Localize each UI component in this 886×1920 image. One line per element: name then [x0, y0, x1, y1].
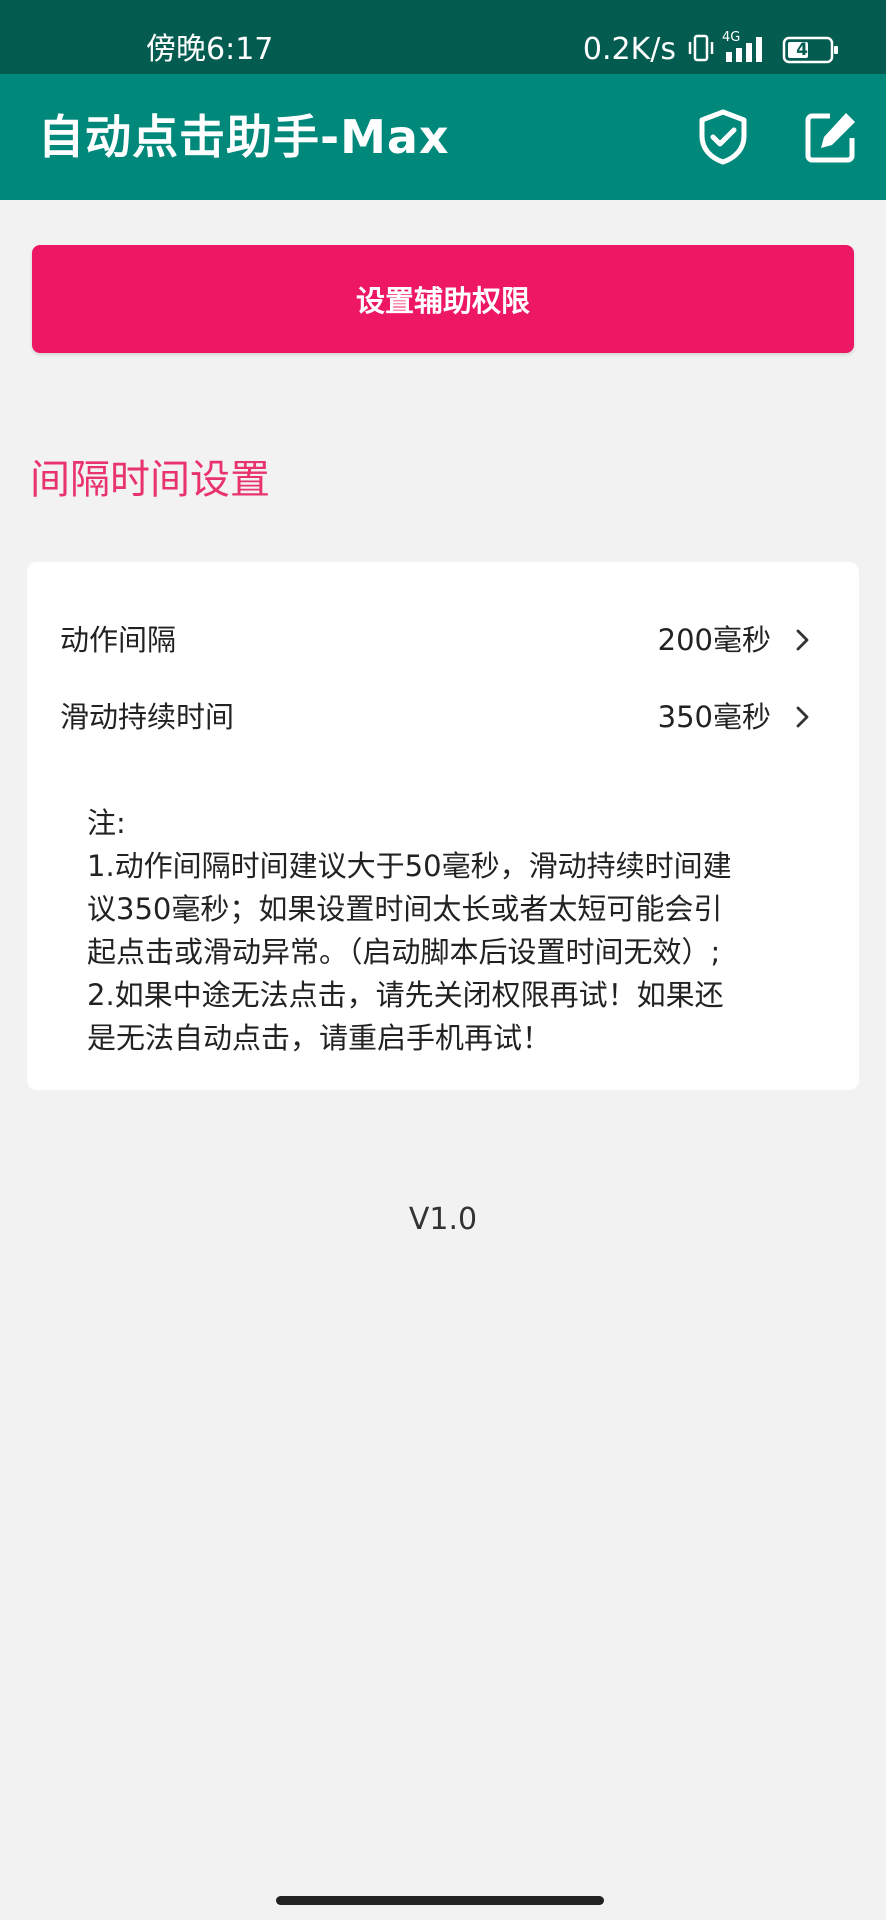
note-line: 议350毫秒；如果设置时间太长或者太短可能会引 — [87, 892, 723, 926]
swipe-duration-label: 滑动持续时间 — [60, 700, 235, 734]
network-speed: 0.2K/s — [582, 32, 676, 67]
app-bar: 自动点击助手-Max — [0, 74, 886, 200]
status-right-group: 0.2K/s 4G 48 — [583, 30, 840, 70]
swipe-duration-row[interactable]: 滑动持续时间 350毫秒 — [27, 679, 859, 751]
edit-icon[interactable] — [802, 108, 860, 166]
interval-note: 注: 1.动作间隔时间建议大于50毫秒，滑动持续时间建 议350毫秒；如果设置时… — [87, 802, 827, 1060]
note-line: 起点击或滑动异常。（启动脚本后设置时间无效）; — [87, 935, 721, 969]
app-version: V1.0 — [408, 1202, 478, 1237]
interval-settings-card: 动作间隔 200毫秒 滑动持续时间 350毫秒 注: 1.动作间隔时间建议大于5… — [27, 562, 859, 1090]
vibrate-icon — [688, 33, 714, 67]
action-interval-label: 动作间隔 — [60, 623, 177, 657]
section-title-interval: 间隔时间设置 — [30, 457, 270, 503]
action-interval-value: 200毫秒 — [657, 623, 771, 657]
signal-icon: 4G — [722, 31, 774, 65]
status-time: 傍晚6:17 — [146, 32, 274, 67]
chevron-right-icon — [793, 626, 813, 654]
status-bar: 傍晚6:17 0.2K/s 4G 48 — [0, 0, 886, 74]
battery-level: 48 — [796, 40, 820, 60]
set-accessibility-permission-button[interactable]: 设置辅助权限 — [32, 245, 854, 353]
note-line: 是无法自动点击，请重启手机再试！ — [87, 1021, 552, 1055]
shield-check-icon[interactable] — [694, 108, 752, 166]
action-interval-row[interactable]: 动作间隔 200毫秒 — [27, 602, 859, 674]
note-line: 1.动作间隔时间建议大于50毫秒，滑动持续时间建 — [87, 849, 732, 883]
note-line: 2.如果中途无法点击，请先关闭权限再试！如果还 — [87, 978, 724, 1012]
app-title: 自动点击助手-Max — [38, 110, 450, 164]
note-line: 注: — [87, 806, 126, 840]
chevron-right-icon — [793, 703, 813, 731]
swipe-duration-value: 350毫秒 — [657, 700, 771, 734]
home-indicator[interactable] — [276, 1896, 604, 1905]
battery-icon: 48 — [782, 35, 840, 65]
